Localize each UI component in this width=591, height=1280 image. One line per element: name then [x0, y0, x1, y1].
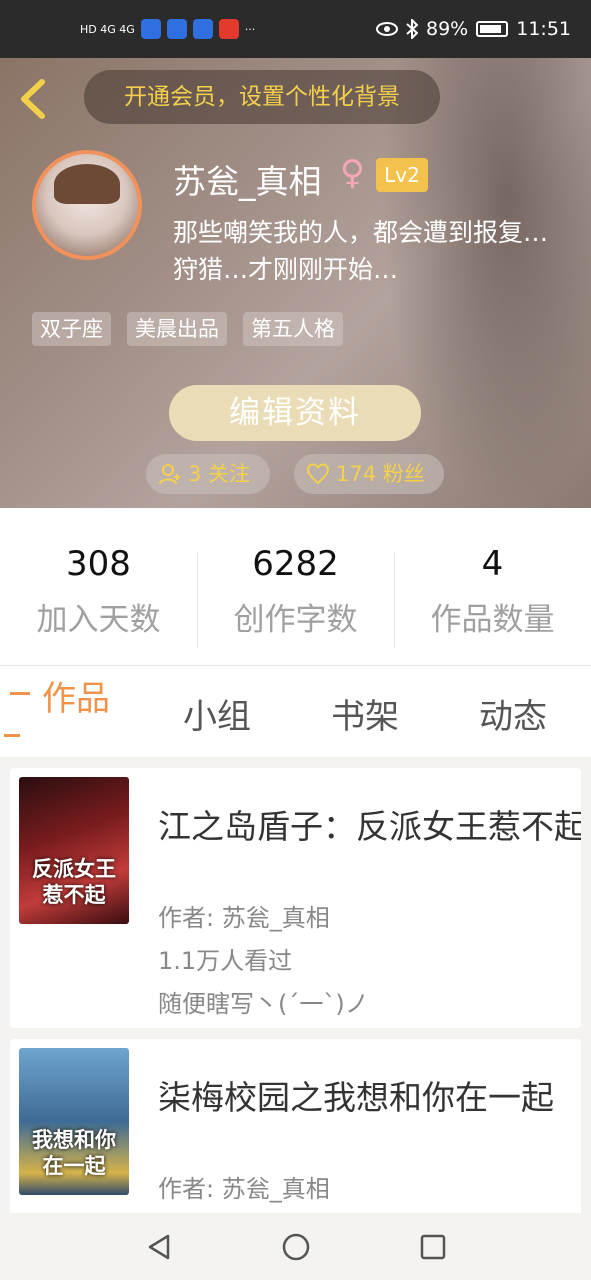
work-author: 作者: 苏瓮_真相	[158, 1175, 330, 1203]
status-left-icons: HD 4G 4G ···	[80, 19, 255, 39]
bluetooth-icon	[406, 19, 418, 39]
following-button[interactable]: 3 关注	[146, 454, 270, 494]
stat-word-count: 6282 创作字数	[197, 508, 394, 665]
work-title: 柒梅校园之我想和你在一起	[158, 1078, 554, 1117]
app-notification-icon	[166, 19, 187, 39]
cover-title: 反派女王惹不起	[32, 856, 116, 907]
system-nav-bar	[0, 1213, 591, 1280]
book-cover: 反派女王惹不起	[19, 777, 129, 924]
following-count: 3 关注	[188, 462, 251, 486]
heart-icon	[306, 463, 330, 485]
nav-back-button[interactable]	[129, 1217, 189, 1277]
app-notification-icon	[140, 19, 161, 39]
work-card[interactable]: 反派女王惹不起 江之岛盾子：反派女王惹不起 作者: 苏瓮_真相 1.1万人看过 …	[10, 768, 581, 1028]
tag-item: 美晨出品	[127, 312, 227, 346]
more-notifications: ···	[244, 22, 256, 36]
followers-count: 174 粉丝	[336, 462, 425, 486]
work-author: 作者: 苏瓮_真相	[158, 904, 330, 932]
level-badge: Lv2	[376, 158, 428, 192]
works-list: 反派女王惹不起 江之岛盾子：反派女王惹不起 作者: 苏瓮_真相 1.1万人看过 …	[0, 757, 591, 1213]
vip-banner[interactable]: 开通会员，设置个性化背景	[84, 70, 440, 124]
follow-user-icon	[159, 464, 180, 485]
stat-value: 4	[481, 544, 504, 584]
nav-recents-button[interactable]	[403, 1217, 463, 1277]
stat-works-count: 4 作品数量	[394, 508, 591, 665]
work-title: 江之岛盾子：反派女王惹不起	[158, 807, 581, 846]
tag-item: 双子座	[32, 312, 111, 346]
network-indicator: HD 4G 4G	[80, 22, 135, 36]
stat-label: 创作字数	[233, 602, 358, 638]
tab-works[interactable]: 作品	[42, 671, 110, 720]
status-bar: HD 4G 4G ··· 89% 11:51	[0, 0, 591, 58]
stat-label: 作品数量	[430, 602, 555, 638]
eye-icon	[376, 22, 398, 36]
stats-row: 308 加入天数 6282 创作字数 4 作品数量	[0, 508, 591, 666]
stat-join-days: 308 加入天数	[0, 508, 197, 665]
app-notification-icon	[218, 19, 239, 39]
nav-back-icon	[148, 1234, 169, 1259]
back-chevron-icon	[21, 79, 45, 119]
followers-button[interactable]: 174 粉丝	[294, 454, 444, 494]
username: 苏瓮_真相	[173, 162, 322, 201]
nav-recents-icon	[420, 1234, 445, 1259]
profile-tabs: 作品 小组 书架 动态	[0, 667, 591, 757]
back-button[interactable]	[14, 74, 58, 124]
tab-active-marker	[10, 692, 30, 695]
user-bio: 那些嘲笑我的人，都会遭到报复…狩猎…才刚刚开始…	[173, 218, 549, 284]
tab-groups[interactable]: 小组	[183, 689, 251, 738]
tab-activity[interactable]: 动态	[479, 689, 547, 738]
status-right: 89% 11:51	[376, 18, 571, 40]
battery-icon	[476, 21, 509, 37]
stat-value: 6282	[252, 544, 339, 584]
avatar[interactable]	[32, 150, 142, 260]
nav-home-icon	[282, 1233, 309, 1260]
app-notification-icon	[192, 19, 213, 39]
tag-item: 第五人格	[243, 312, 343, 346]
edit-profile-button[interactable]: 编辑资料	[169, 385, 421, 441]
work-views: 1.1万人看过	[158, 947, 293, 975]
tab-active-indicator	[4, 734, 20, 737]
work-card[interactable]: 我想和你在一起 柒梅校园之我想和你在一起 作者: 苏瓮_真相	[10, 1039, 581, 1213]
work-description: 随便瞎写丶(ˊ一ˋ)ノ	[158, 990, 369, 1018]
clock: 11:51	[516, 18, 571, 40]
gender-female-icon: ♀	[340, 153, 365, 193]
profile-header: 开通会员，设置个性化背景 苏瓮_真相 ♀ Lv2 那些嘲笑我的人，都会遭到报复……	[0, 58, 591, 508]
stat-label: 加入天数	[36, 602, 161, 638]
tag-list: 双子座 美晨出品 第五人格	[32, 312, 343, 346]
tab-bookshelf[interactable]: 书架	[331, 689, 399, 738]
stat-value: 308	[66, 544, 131, 584]
nav-home-button[interactable]	[266, 1217, 326, 1277]
cover-title: 我想和你在一起	[32, 1127, 116, 1178]
battery-percent: 89%	[426, 18, 469, 40]
book-cover: 我想和你在一起	[19, 1048, 129, 1195]
